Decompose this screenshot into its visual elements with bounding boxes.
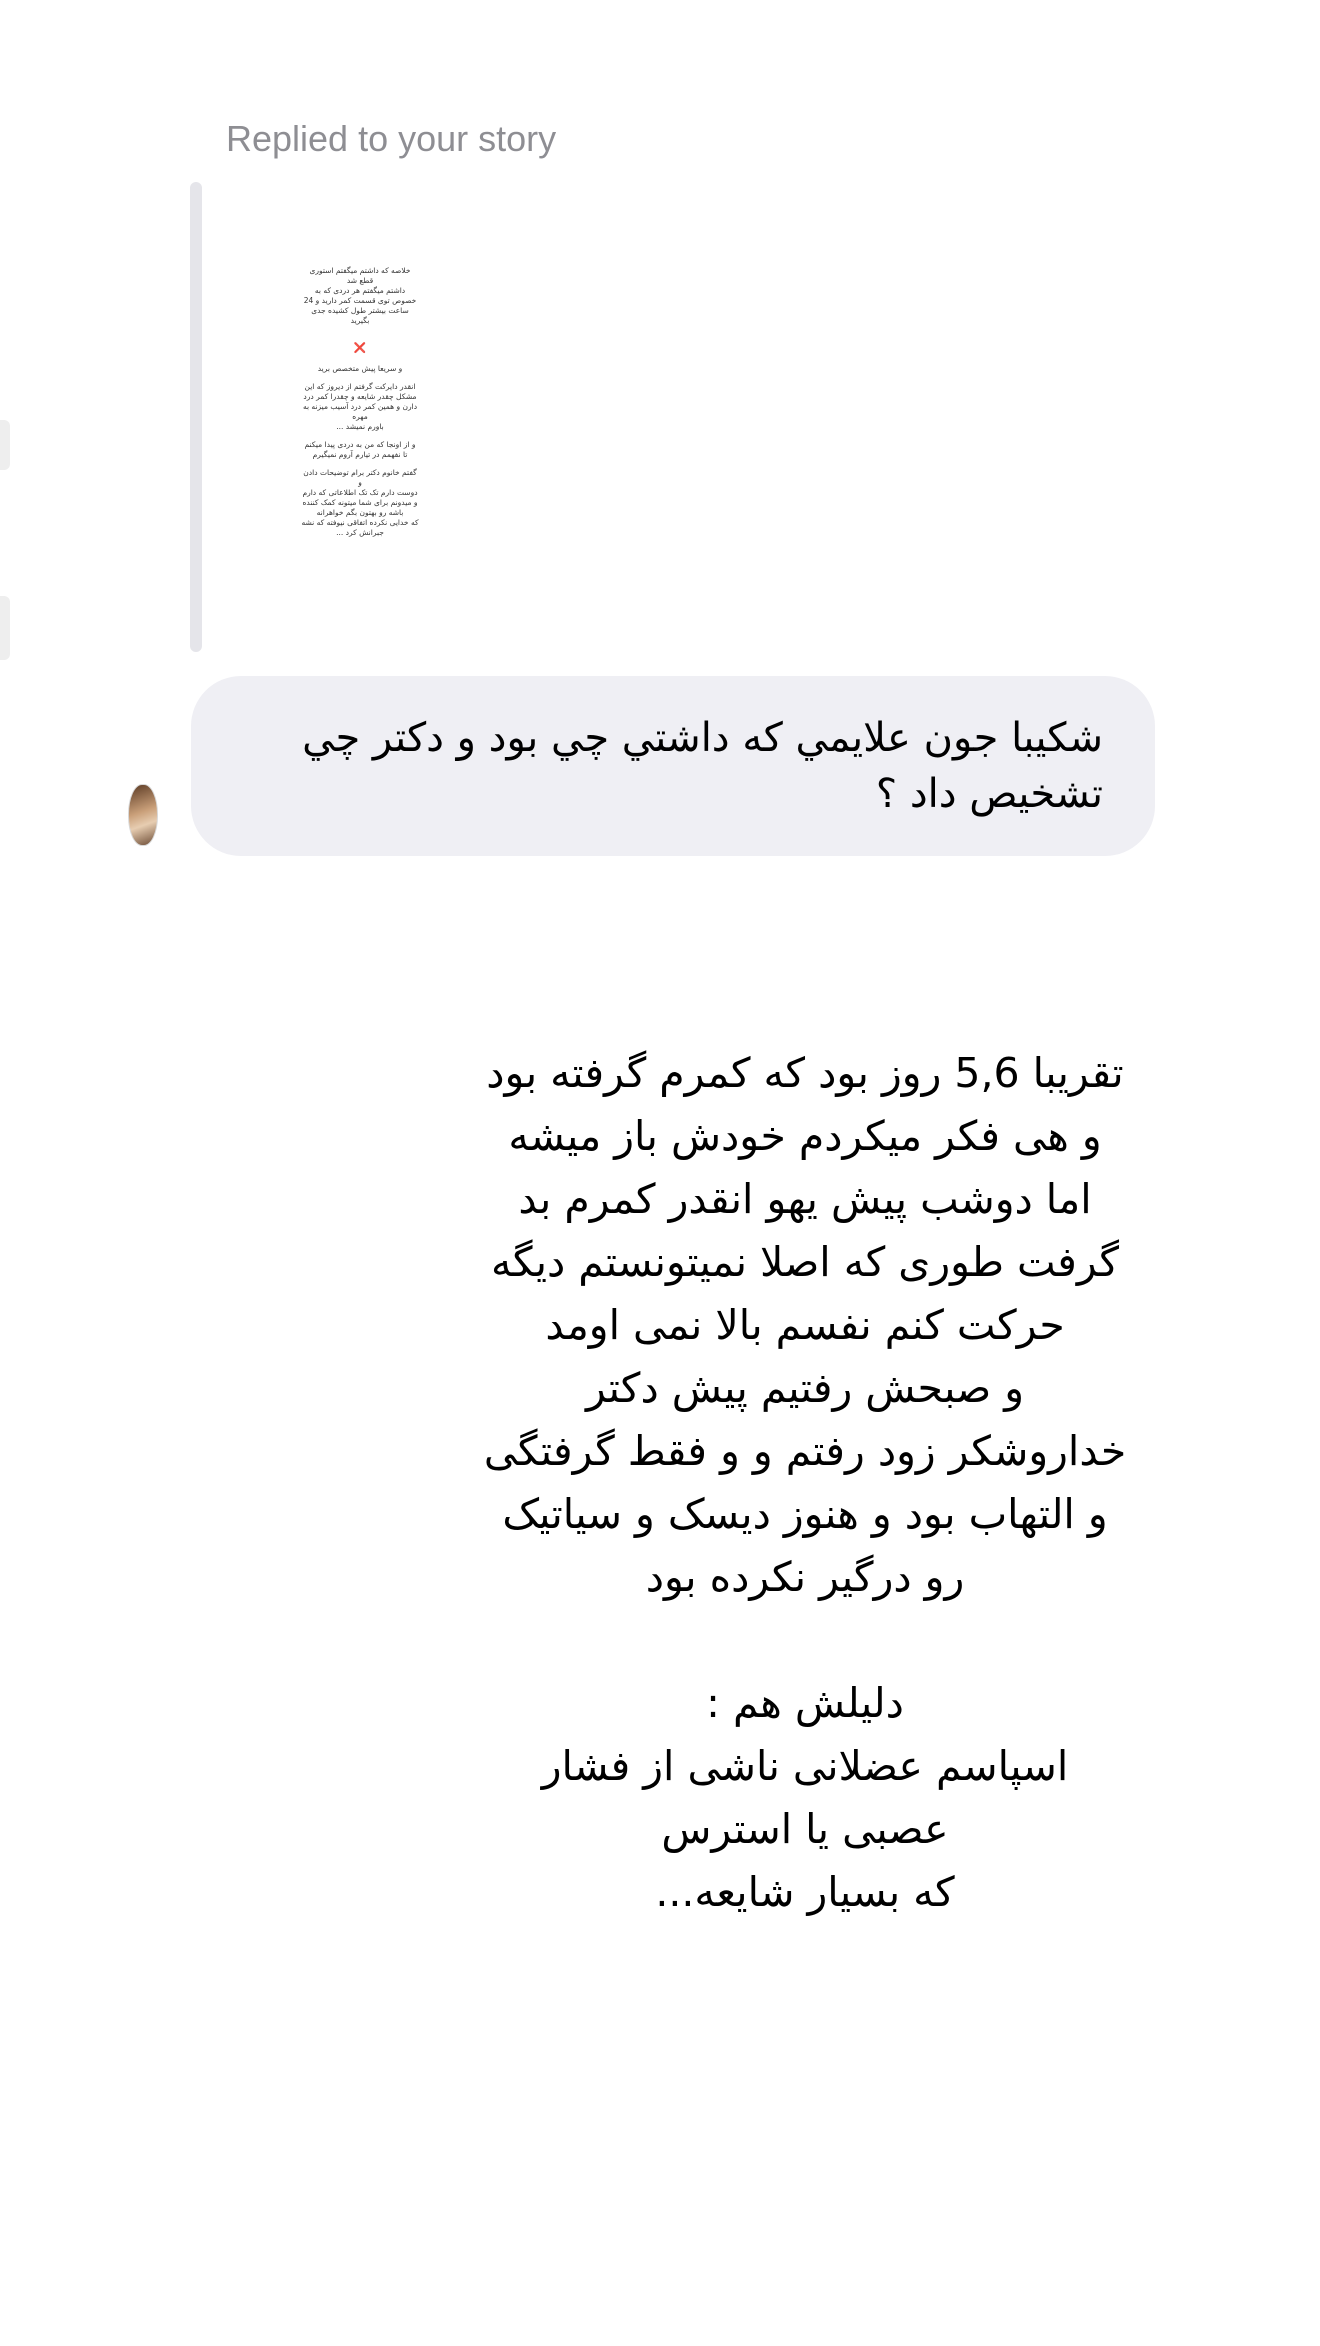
reply-line: دلیلش هم : [706, 1679, 904, 1727]
reply-line: و هی فکر میکردم خودش باز میشه [508, 1112, 1102, 1160]
reply-line: گرفت طوری که اصلا نمیتونستم دیگه [490, 1238, 1119, 1286]
reply-line: رو درگیر نکرده بود [645, 1553, 965, 1601]
story-thumbnail[interactable]: خلاصه که داشتم میگفتم استوری قطع شد داشت… [268, 266, 452, 566]
story-paragraph-1: خلاصه که داشتم میگفتم استوری قطع شد داشت… [303, 266, 417, 325]
story-paragraph-4: و از اونجا که من به دردی پیدا میکنم تا ن… [304, 440, 416, 459]
story-paragraph-3: انقدر دایرکت گرفتم از دیروز که این مشکل … [302, 382, 418, 431]
message-bubble[interactable]: شکیبا جون علایمي که داشتي چي بود و دکتر … [191, 676, 1155, 856]
reply-line: و صبحش رفتیم پیش دکتر [585, 1364, 1025, 1412]
replied-to-story-label: Replied to your story [226, 118, 557, 159]
reply-story-text-block: تقریبا 5,6 روز بود که کمرم گرفته بود و ه… [430, 1042, 1180, 1924]
story-paragraph-5: گفتم خانوم دکتر برام توضیحات دادن و دوست… [301, 468, 419, 537]
reply-line: حرکت کنم نفسم بالا نمی اومد [545, 1301, 1065, 1349]
edge-shadow-bottom [0, 596, 10, 660]
message-text: شکیبا جون علایمي که داشتي چي بود و دکتر … [302, 715, 1103, 817]
reply-line: عصبی یا استرس [661, 1805, 949, 1853]
reply-line: تقریبا 5,6 روز بود که کمرم گرفته بود [486, 1049, 1124, 1097]
story-paragraph-2-text: و سریعا پیش متخصص برید [317, 364, 403, 373]
edge-shadow-top [0, 420, 10, 470]
reply-line: که بسیار شایعه... [655, 1868, 955, 1916]
sender-avatar[interactable] [128, 784, 158, 846]
reply-line: اسپاسم عضلانی ناشی از فشار [541, 1742, 1069, 1790]
cross-mark-icon: ❌ [353, 343, 367, 354]
reply-line: خداروشکر زود رفتم و و فقط گرفتگی [483, 1427, 1127, 1475]
reply-line: اما دوشب پیش یهو انقدر کمرم بد [518, 1175, 1092, 1223]
story-paragraph-2: ❌ و سریعا پیش متخصص برید [268, 334, 452, 374]
reply-line-gap [430, 1609, 1180, 1672]
story-reply-indicator-bar [190, 182, 202, 652]
reply-line: و التهاب بود و هنوز دیسک و سیاتیک [502, 1490, 1108, 1538]
